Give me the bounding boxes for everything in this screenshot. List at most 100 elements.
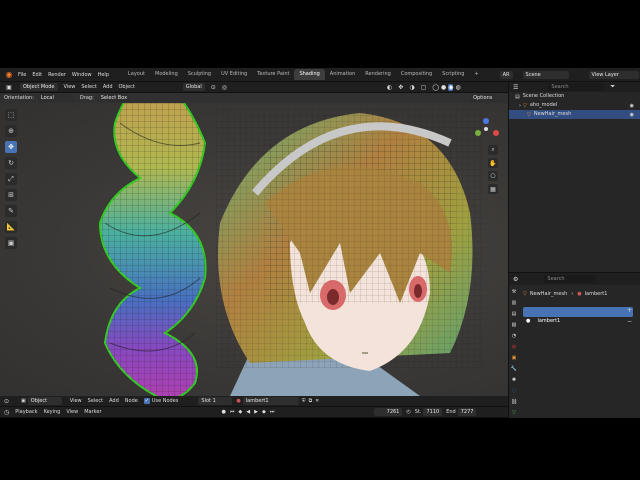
menu-window[interactable]: Window (72, 70, 92, 80)
viewport-menu-object[interactable]: Object (119, 82, 135, 92)
camera-icon[interactable]: ⎔ (488, 171, 498, 181)
material-slot-row[interactable]: ● lambert1 (523, 307, 633, 324)
timeline-menu-marker[interactable]: Marker (84, 407, 101, 417)
tab-compositing[interactable]: Compositing (396, 69, 437, 80)
outliner-item[interactable]: › ▽ aho_model ◉ (509, 101, 640, 110)
current-frame-field[interactable]: 7261 (374, 408, 403, 416)
particles-tab-icon[interactable]: ✺ (510, 377, 518, 383)
orientation-dropdown[interactable]: Local (37, 94, 74, 102)
scale-tool-icon[interactable]: ⤢ (5, 173, 17, 185)
world-tab-icon[interactable]: ◍ (510, 344, 518, 350)
output-tab-icon[interactable]: ▤ (510, 311, 518, 317)
proportional-edit-icon[interactable]: ◎ (222, 84, 227, 91)
tool-tab-icon[interactable]: ⚒ (510, 289, 518, 295)
overlay-icon[interactable]: ◑ (409, 84, 414, 91)
view-layer-tab-icon[interactable]: ▧ (510, 322, 518, 328)
zoom-icon[interactable]: ⌕ (488, 145, 498, 155)
cursor-tool-icon[interactable]: ⊕ (5, 125, 17, 137)
drag-dropdown[interactable]: Select Box (97, 94, 131, 102)
node-menu-node[interactable]: Node (125, 396, 138, 406)
pan-hand-icon[interactable]: ✋ (488, 158, 498, 168)
snap-icon[interactable]: ⊙ (211, 84, 216, 91)
timeline-editor-icon[interactable]: ◷ (4, 409, 9, 416)
fake-user-icon[interactable]: ⛨ (302, 398, 306, 404)
annotate-tool-icon[interactable]: ✎ (5, 205, 17, 217)
shading-solid-icon[interactable]: ● (441, 84, 446, 91)
viewport-menu-view[interactable]: View (64, 82, 76, 92)
editor-type-icon[interactable]: ▣ (4, 84, 14, 91)
tab-animation[interactable]: Animation (325, 69, 361, 80)
end-frame-field[interactable]: 7277 (457, 408, 477, 416)
perspective-grid-icon[interactable]: ▦ (488, 184, 498, 194)
view-layer-selector[interactable]: View Layer (588, 70, 639, 79)
outliner-editor-icon[interactable]: ☰ (513, 84, 518, 91)
shading-wireframe-icon[interactable]: ◯ (432, 84, 439, 91)
remove-slot-icon[interactable]: − (627, 318, 632, 325)
scene-selector[interactable]: Scene (522, 70, 569, 79)
options-dropdown[interactable]: Options (470, 94, 496, 102)
material-name-field[interactable]: lambert1 (242, 397, 299, 405)
add-cube-tool-icon[interactable]: ▣ (5, 237, 17, 249)
transform-tool-icon[interactable]: ⊞ (5, 189, 17, 201)
use-nodes-checkbox[interactable]: ✓ (143, 398, 150, 404)
record-icon[interactable]: ● (222, 409, 226, 415)
jump-end-icon[interactable]: ⏭ (270, 409, 275, 415)
start-frame-field[interactable]: 7110 (423, 408, 443, 416)
modifier-tab-icon[interactable]: 🔧 (510, 366, 518, 372)
viewport-menu-add[interactable]: Add (103, 82, 113, 92)
blender-logo-icon[interactable]: ◉ (4, 70, 14, 80)
tab-texture-paint[interactable]: Texture Paint (252, 69, 294, 80)
outliner-search-input[interactable]: Search (548, 83, 605, 91)
slot-dropdown[interactable]: Slot 1 (198, 397, 233, 405)
tab-modeling[interactable]: Modeling (150, 69, 183, 80)
shader-type-dropdown[interactable]: Object (27, 397, 62, 405)
visibility-icon[interactable]: ◐ (387, 84, 392, 91)
timeline-menu-keying[interactable]: Keying (44, 407, 61, 417)
expand-chevron-icon[interactable]: › (519, 103, 521, 109)
tab-sculpting[interactable]: Sculpting (183, 69, 216, 80)
gizmo-icon[interactable]: ✥ (398, 84, 403, 91)
mode-dropdown[interactable]: Object Mode (20, 83, 58, 91)
node-menu-view[interactable]: View (70, 396, 82, 406)
prev-keyframe-icon[interactable]: ◆ (238, 409, 242, 415)
render-tab-icon[interactable]: ▥ (510, 300, 518, 306)
next-keyframe-icon[interactable]: ◆ (262, 409, 266, 415)
select-box-tool-icon[interactable]: ⬚ (5, 109, 17, 121)
viewport-3d[interactable]: ⬚ ⊕ ✥ ↻ ⤢ ⊞ ✎ 📐 ▣ ⌕ ✋ ⎔ ▦ (0, 103, 508, 396)
rotate-tool-icon[interactable]: ↻ (5, 157, 17, 169)
menu-edit[interactable]: Edit (32, 70, 42, 80)
clock-icon[interactable]: ◴ (406, 409, 410, 415)
viewport-menu-select[interactable]: Select (81, 82, 96, 92)
jump-start-icon[interactable]: ⏮ (230, 409, 235, 415)
outliner-item-selected[interactable]: ▽ NewHair_mesh ◉ (509, 110, 640, 119)
menu-file[interactable]: File (18, 70, 26, 80)
ar-dropdown[interactable]: AR (499, 70, 513, 79)
eye-icon[interactable]: ◉ (630, 112, 634, 118)
tab-scripting[interactable]: Scripting (437, 69, 469, 80)
shading-rendered-icon[interactable]: ◍ (455, 84, 460, 91)
tab-shading[interactable]: Shading (294, 69, 325, 80)
add-slot-icon[interactable]: + (627, 307, 632, 314)
timeline-menu-view[interactable]: View (66, 407, 78, 417)
menu-render[interactable]: Render (48, 70, 66, 80)
node-menu-add[interactable]: Add (109, 396, 119, 406)
constraints-tab-icon[interactable]: ⛓ (510, 399, 518, 405)
play-icon[interactable]: ▶ (254, 409, 258, 415)
timeline-menu-playback[interactable]: Playback (15, 407, 37, 417)
xray-icon[interactable]: ▢ (421, 84, 427, 91)
tab-rendering[interactable]: Rendering (360, 69, 396, 80)
tab-uv-editing[interactable]: UV Editing (216, 69, 252, 80)
new-material-icon[interactable]: ⧉ (309, 398, 313, 404)
move-tool-icon[interactable]: ✥ (5, 141, 17, 153)
properties-search-input[interactable]: Search (544, 275, 597, 283)
material-browse-icon[interactable]: ● (236, 398, 240, 404)
node-menu-select[interactable]: Select (88, 396, 103, 406)
play-reverse-icon[interactable]: ◀ (246, 409, 250, 415)
tab-layout[interactable]: Layout (123, 69, 150, 80)
measure-tool-icon[interactable]: 📐 (5, 221, 17, 233)
scene-collection-row[interactable]: ▤ Scene Collection (509, 92, 640, 101)
properties-editor-icon[interactable]: ⚙ (513, 276, 518, 283)
physics-tab-icon[interactable]: ◌ (510, 388, 518, 394)
shading-material-icon[interactable]: ◉ (448, 83, 454, 91)
transform-space-dropdown[interactable]: Global (182, 83, 205, 91)
